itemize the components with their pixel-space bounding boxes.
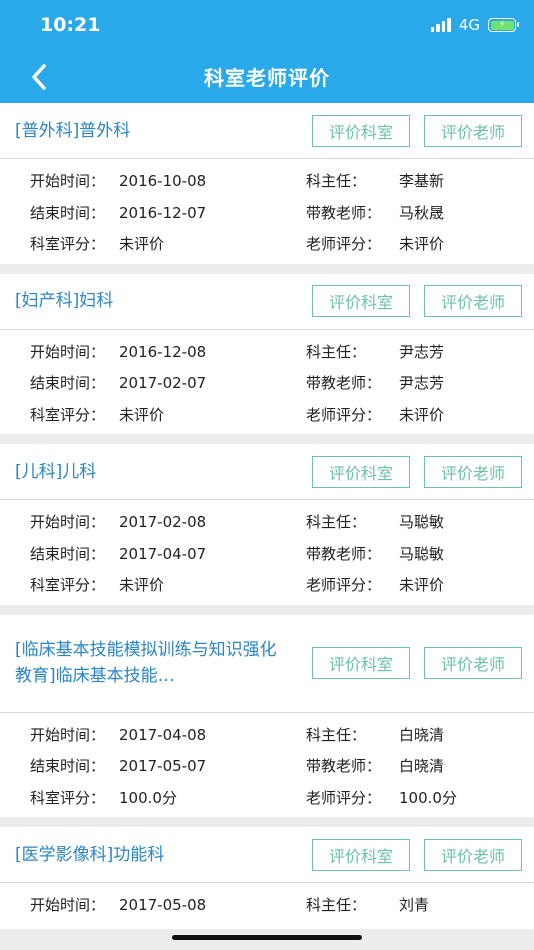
rotation-list: [普外科]普外科 评价科室 评价老师 开始时间： 2016-10-08 科主任： 李基…	[0, 103, 534, 939]
rate-dept-button[interactable]: 评价科室	[312, 455, 410, 488]
teacher-score-label: 老师评分：	[306, 405, 382, 424]
page-title: 科室老师评价	[204, 66, 330, 90]
card-title: [医学影像科]功能科	[15, 844, 165, 865]
start-value: 2017-04-08	[119, 725, 207, 744]
start-value: 2017-05-08	[119, 896, 207, 915]
rate-dept-button[interactable]: 评价科室	[312, 647, 410, 679]
dept-score-value: 100.0分	[119, 788, 177, 807]
director-value: 白晓清	[399, 725, 445, 744]
rate-dept-button[interactable]: 评价科室	[312, 114, 410, 147]
director-label: 科主任：	[306, 725, 367, 744]
start-value: 2017-02-08	[119, 513, 207, 532]
rotation-card: [妇产科]妇科 评价科室 评价老师 开始时间： 2016-12-08 科主任： 尹志芳…	[0, 273, 534, 434]
director-value: 刘青	[399, 896, 430, 915]
dept-score-label: 科室评分：	[30, 576, 106, 595]
end-value: 2017-05-07	[119, 757, 207, 776]
director-label: 科主任：	[306, 513, 367, 532]
start-label: 开始时间：	[30, 172, 106, 191]
teacher-score-label: 老师评分：	[306, 576, 382, 595]
teacher-score-value: 未评价	[399, 405, 445, 424]
end-label: 结束时间：	[30, 203, 106, 222]
app-header: 10:21 4G ⚡ 科室老师评价	[0, 0, 534, 103]
teacher-score-value: 未评价	[399, 576, 445, 595]
director-value: 李基新	[399, 172, 445, 191]
rate-teacher-button[interactable]: 评价老师	[424, 455, 522, 488]
end-value: 2017-04-07	[119, 544, 207, 563]
battery-icon: ⚡	[488, 18, 519, 32]
rate-dept-button[interactable]: 评价科室	[312, 285, 410, 317]
director-label: 科主任：	[306, 172, 367, 191]
teacher-label: 带教老师：	[306, 203, 382, 222]
rate-teacher-button[interactable]: 评价老师	[424, 838, 522, 871]
card-title: [儿科]儿科	[15, 461, 97, 482]
director-label: 科主任：	[306, 896, 367, 915]
rotation-card: [临床基本技能模拟训练与知识强化教育]临床基本技能… 评价科室 评价老师 开始时…	[0, 614, 534, 817]
teacher-value: 马聪敏	[399, 544, 445, 563]
end-label: 结束时间：	[30, 544, 106, 563]
teacher-value: 白晓清	[399, 757, 445, 776]
teacher-label: 带教老师：	[306, 544, 382, 563]
start-label: 开始时间：	[30, 896, 106, 915]
card-title: [普外科]普外科	[15, 120, 131, 141]
teacher-score-value: 未评价	[399, 235, 445, 254]
start-label: 开始时间：	[30, 342, 106, 361]
rotation-card: [普外科]普外科 评价科室 评价老师 开始时间： 2016-10-08 科主任： 李基…	[0, 103, 534, 264]
start-label: 开始时间：	[30, 725, 106, 744]
end-value: 2016-12-07	[119, 203, 207, 222]
status-time: 10:21	[40, 14, 101, 36]
card-title: [临床基本技能模拟训练与知识强化教育]临床基本技能…	[15, 640, 277, 686]
rate-teacher-button[interactable]: 评价老师	[424, 114, 522, 147]
dept-score-value: 未评价	[119, 235, 165, 254]
director-label: 科主任：	[306, 342, 367, 361]
teacher-value: 尹志芳	[399, 374, 445, 393]
director-value: 尹志芳	[399, 342, 445, 361]
dept-score-label: 科室评分：	[30, 788, 106, 807]
end-value: 2017-02-07	[119, 374, 207, 393]
rotation-card: [医学影像科]功能科 评价科室 评价老师 开始时间： 2017-05-08 科主任：…	[0, 827, 534, 929]
teacher-label: 带教老师：	[306, 757, 382, 776]
signal-icon	[430, 18, 451, 32]
rotation-card: [儿科]儿科 评价科室 评价老师 开始时间： 2017-02-08 科主任： 马聪敏 …	[0, 444, 534, 605]
card-title: [妇产科]妇科	[15, 291, 114, 311]
dept-score-label: 科室评分：	[30, 235, 106, 254]
start-value: 2016-12-08	[119, 342, 207, 361]
teacher-score-label: 老师评分：	[306, 235, 382, 254]
status-indicators: 4G ⚡	[430, 16, 519, 34]
end-label: 结束时间：	[30, 374, 106, 393]
teacher-label: 带教老师：	[306, 374, 382, 393]
end-label: 结束时间：	[30, 757, 106, 776]
rate-teacher-button[interactable]: 评价老师	[424, 285, 522, 317]
home-indicator[interactable]	[172, 935, 362, 940]
rate-dept-button[interactable]: 评价科室	[312, 838, 410, 871]
teacher-value: 马秋晟	[399, 203, 445, 222]
teacher-score-value: 100.0分	[399, 788, 457, 807]
dept-score-label: 科室评分：	[30, 405, 106, 424]
start-label: 开始时间：	[30, 513, 106, 532]
network-label: 4G	[458, 16, 480, 34]
dept-score-value: 未评价	[119, 576, 165, 595]
teacher-score-label: 老师评分：	[306, 788, 382, 807]
director-value: 马聪敏	[399, 513, 445, 532]
dept-score-value: 未评价	[119, 405, 165, 424]
rate-teacher-button[interactable]: 评价老师	[424, 647, 522, 679]
start-value: 2016-10-08	[119, 172, 207, 191]
